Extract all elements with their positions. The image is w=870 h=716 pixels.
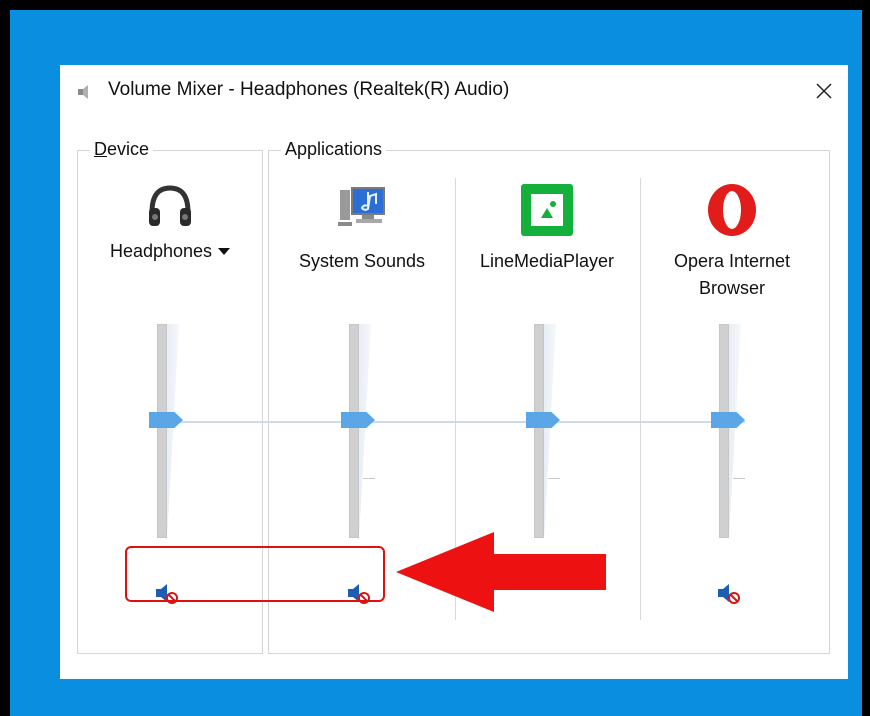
- channel-label: System Sounds: [298, 251, 426, 271]
- device-name: Headphones: [109, 241, 213, 261]
- slider-tick: [363, 478, 375, 479]
- slider-thumb[interactable]: [711, 412, 745, 428]
- slider-level-wedge: [544, 324, 556, 538]
- slider-thumb[interactable]: [526, 412, 560, 428]
- system-sounds-icon: [338, 187, 385, 226]
- chevron-down-icon: [218, 248, 231, 255]
- slider-thumb[interactable]: [341, 412, 375, 428]
- speaker-muted-icon: [718, 584, 740, 604]
- channel-opera: Opera Internet Browser: [638, 182, 826, 622]
- line-media-player-icon: [521, 184, 573, 236]
- channel-label: Opera Internet Browser: [673, 251, 791, 298]
- slider-track: [719, 324, 729, 538]
- slider-tick: [548, 478, 560, 479]
- slider-level-wedge: [167, 324, 179, 538]
- opera-icon: [708, 184, 756, 236]
- close-icon: [816, 83, 832, 99]
- slider-tick: [733, 478, 745, 479]
- slider-track: [157, 324, 167, 538]
- mute-button-opera[interactable]: [714, 579, 744, 609]
- slider-level-wedge: [729, 324, 741, 538]
- slider-track: [534, 324, 544, 538]
- slider-thumb[interactable]: [149, 412, 183, 428]
- slider-level-wedge: [359, 324, 371, 538]
- channel-label: LineMediaPlayer: [479, 251, 615, 271]
- volume-slider[interactable]: [526, 324, 566, 542]
- close-button[interactable]: [800, 71, 848, 111]
- headphones-icon: [149, 185, 191, 226]
- device-group-label: Device: [90, 139, 154, 160]
- device-select-dropdown[interactable]: Headphones: [109, 238, 231, 265]
- window-title: Volume Mixer - Headphones (Realtek(R) Au…: [108, 79, 510, 100]
- slider-track: [349, 324, 359, 538]
- title-bar: Volume Mixer - Headphones (Realtek(R) Au…: [60, 65, 848, 119]
- red-arrow-annotation: [396, 532, 606, 612]
- applications-group-label: Applications: [281, 139, 387, 160]
- speaker-icon: [78, 85, 88, 99]
- volume-slider[interactable]: [341, 324, 381, 542]
- volume-slider[interactable]: [149, 324, 189, 542]
- highlight-box: [125, 546, 385, 602]
- volume-slider[interactable]: [711, 324, 751, 542]
